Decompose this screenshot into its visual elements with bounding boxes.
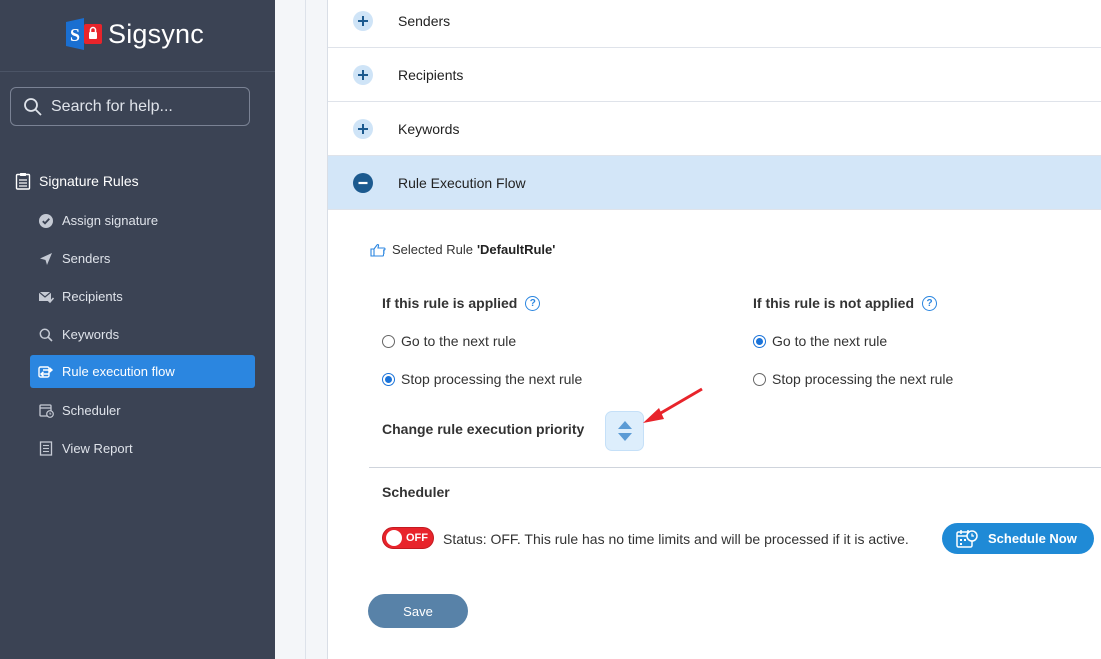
- sidebar-item-label: Senders: [62, 251, 111, 266]
- radio-button[interactable]: [753, 372, 766, 386]
- accordion-label: Rule Execution Flow: [398, 174, 526, 191]
- rule-settings-panel: Senders Recipients Keywords Rule Executi…: [327, 0, 1101, 659]
- scheduler-heading: Scheduler: [382, 484, 450, 500]
- paper-plane-icon: [38, 251, 54, 267]
- save-button[interactable]: Save: [368, 594, 468, 628]
- sidebar-item-label: Rule execution flow: [62, 364, 175, 379]
- sidebar-section-signature-rules[interactable]: Signature Rules: [15, 172, 139, 190]
- sidebar-divider: [0, 71, 275, 72]
- sort-arrows-icon: [617, 421, 632, 441]
- report-icon: [38, 441, 54, 457]
- check-circle-icon: [38, 213, 54, 229]
- scheduler-status: Status: OFF. This rule has no time limit…: [443, 531, 909, 547]
- sidebar-item-scheduler[interactable]: Scheduler: [30, 394, 255, 427]
- sidebar-item-label: Assign signature: [62, 213, 159, 228]
- sidebar-item-assign-signature[interactable]: Assign signature: [30, 204, 255, 237]
- accordion-label: Recipients: [398, 66, 464, 83]
- calendar-clock-icon: [956, 529, 978, 548]
- toggle-knob: [386, 530, 402, 546]
- mail-check-icon: [38, 289, 54, 305]
- expand-plus-icon[interactable]: [353, 64, 373, 85]
- gutter-divider: [305, 0, 306, 659]
- applied-option-stop-processing[interactable]: Stop processing the next rule: [382, 371, 582, 387]
- not-applied-option-stop-processing[interactable]: Stop processing the next rule: [753, 371, 953, 387]
- toggle-label: OFF: [406, 532, 428, 544]
- sidebar-item-label: Scheduler: [62, 403, 121, 418]
- flow-icon: [38, 364, 54, 380]
- priority-label: Change rule execution priority: [382, 421, 585, 437]
- app-name: Sigsync: [108, 18, 204, 49]
- applied-title: If this rule is applied: [382, 295, 518, 311]
- calendar-clock-icon: [38, 403, 54, 419]
- accordion-rule-execution-flow[interactable]: Rule Execution Flow: [328, 156, 1101, 210]
- accordion-label: Senders: [398, 12, 451, 29]
- search-icon: [23, 97, 43, 117]
- sigsync-logo-icon: S: [64, 16, 102, 52]
- applied-option-next-rule[interactable]: Go to the next rule: [382, 333, 516, 349]
- clipboard-icon: [15, 173, 31, 190]
- sidebar-item-recipients[interactable]: Recipients: [30, 280, 255, 313]
- radio-button-selected[interactable]: [382, 372, 395, 386]
- sidebar-section-label: Signature Rules: [39, 173, 139, 189]
- annotation-arrow-icon: [643, 387, 703, 423]
- radio-label: Go to the next rule: [772, 333, 888, 349]
- accordion-label: Keywords: [398, 120, 460, 137]
- expand-plus-icon[interactable]: [353, 10, 373, 31]
- sidebar-item-rule-execution-flow[interactable]: Rule execution flow: [30, 355, 255, 388]
- content-gutter: [275, 0, 327, 659]
- search-input[interactable]: [51, 97, 241, 116]
- not-applied-title: If this rule is not applied: [753, 295, 915, 311]
- expand-plus-icon[interactable]: [353, 118, 373, 139]
- section-divider: [369, 467, 1101, 468]
- app-logo[interactable]: S Sigsync: [64, 16, 204, 52]
- sidebar-item-view-report[interactable]: View Report: [30, 432, 255, 465]
- schedule-now-button[interactable]: Schedule Now: [942, 523, 1094, 554]
- not-applied-option-next-rule[interactable]: Go to the next rule: [753, 333, 887, 349]
- sidebar-item-senders[interactable]: Senders: [30, 242, 255, 275]
- accordion-senders[interactable]: Senders: [328, 0, 1101, 48]
- selected-rule-prefix: Selected Rule: [392, 242, 473, 257]
- search-icon: [38, 327, 54, 343]
- radio-label: Go to the next rule: [401, 333, 517, 349]
- applied-heading: If this rule is applied ?: [382, 295, 541, 311]
- schedule-now-label: Schedule Now: [988, 531, 1077, 546]
- accordion-keywords[interactable]: Keywords: [328, 102, 1101, 156]
- radio-button-selected[interactable]: [753, 334, 766, 348]
- selected-rule-name: 'DefaultRule': [476, 242, 556, 257]
- sidebar: S Sigsync Signature Rules Assign signatu…: [0, 0, 275, 659]
- sidebar-item-keywords[interactable]: Keywords: [30, 318, 255, 351]
- sidebar-item-label: View Report: [62, 441, 133, 456]
- scheduler-toggle[interactable]: OFF: [382, 527, 434, 549]
- priority-sort-button[interactable]: [605, 411, 644, 451]
- selected-rule: Selected Rule 'DefaultRule': [370, 242, 555, 257]
- sidebar-item-label: Recipients: [62, 289, 123, 304]
- accordion-recipients[interactable]: Recipients: [328, 48, 1101, 102]
- not-applied-heading: If this rule is not applied ?: [753, 295, 938, 311]
- radio-button[interactable]: [382, 334, 395, 348]
- search-box[interactable]: [10, 87, 250, 126]
- hand-pointer-icon: [370, 243, 386, 257]
- help-icon[interactable]: ?: [525, 295, 541, 311]
- svg-text:S: S: [70, 25, 80, 45]
- radio-label: Stop processing the next rule: [772, 371, 954, 387]
- radio-label: Stop processing the next rule: [401, 371, 583, 387]
- collapse-minus-icon[interactable]: [353, 172, 373, 193]
- help-icon[interactable]: ?: [922, 295, 938, 311]
- sidebar-item-label: Keywords: [62, 327, 120, 342]
